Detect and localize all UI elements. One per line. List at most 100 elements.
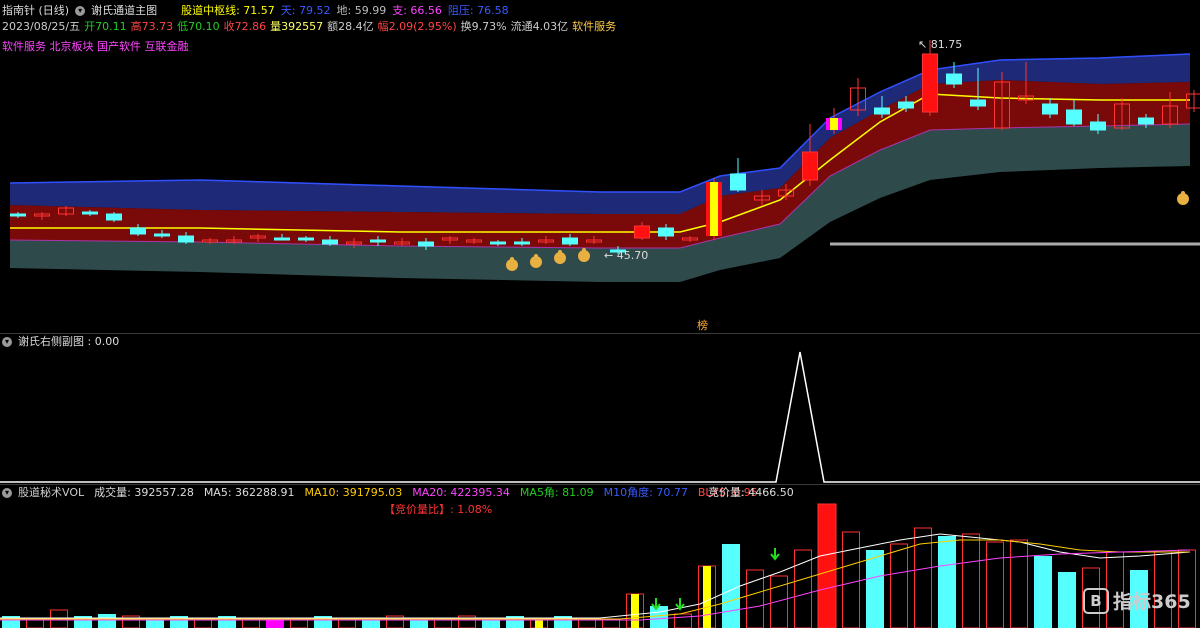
quote-field: 高73.73	[130, 20, 174, 33]
candle-body	[178, 235, 194, 243]
quote-field: 收72.86	[223, 20, 267, 33]
volume-indicator: 股道秘术VOL	[18, 486, 85, 499]
down-arrow-icon	[770, 548, 780, 561]
quote-field: 换9.73%	[460, 20, 507, 33]
volume-bar	[266, 620, 284, 628]
candle-body-highlight	[830, 118, 838, 130]
volume-bar	[817, 503, 837, 628]
symbol-title[interactable]: 指南针 (日线)	[2, 4, 69, 18]
candle-body	[514, 241, 530, 245]
candle-body	[1090, 121, 1106, 131]
candle-body	[130, 227, 146, 235]
volume-bar	[1034, 556, 1052, 628]
volume-bar	[938, 536, 956, 628]
volume-bar	[794, 549, 812, 628]
volume-bar	[650, 606, 668, 628]
candle-body	[298, 237, 314, 241]
volume-indicator: MA5: 362288.91	[203, 486, 295, 499]
volume-bar	[890, 543, 908, 628]
volume-ma20-line	[0, 549, 1191, 621]
indicator-value: 地: 59.99	[336, 4, 387, 17]
candle-body-highlight	[710, 182, 718, 236]
volume-bar	[674, 613, 692, 628]
sub-panel-title[interactable]: 谢氏右侧副图 : 0.00	[18, 335, 119, 349]
panel-divider	[0, 333, 1200, 334]
quote-field: 额28.4亿	[327, 20, 374, 33]
money-bag-icon	[510, 257, 514, 261]
concept-tags[interactable]: 软件服务 北京板块 国产软件 互联金融	[2, 40, 189, 54]
volume-bar-highlight	[703, 566, 711, 628]
candle-body	[970, 99, 986, 107]
candle-body	[1138, 117, 1154, 125]
panel-divider	[0, 484, 1200, 485]
candle-body	[658, 227, 674, 237]
volume-bar	[1010, 539, 1028, 628]
volume-panel-header: ▾ 股道秘术VOL 成交量: 392557.28 MA5: 362288.91 MA1…	[2, 486, 758, 500]
indicator-value: 支: 66.56	[392, 4, 442, 17]
volume-bar	[602, 619, 620, 628]
candle-body	[274, 237, 290, 241]
volume-bar	[722, 544, 740, 628]
volume-bar-highlight	[631, 594, 639, 628]
watermark: B 指标365	[1083, 587, 1191, 614]
candle-body	[370, 239, 386, 243]
candle-body	[634, 225, 650, 239]
high-price-marker: ↖ 81.75	[918, 38, 963, 51]
volume-indicator: MA10: 391795.03	[304, 486, 403, 499]
candle-body	[10, 213, 26, 217]
volume-bar	[1058, 572, 1076, 628]
quote-row: 2023/08/25/五 开70.11 高73.73 低70.10 收72.86 量392…	[2, 20, 616, 34]
candle-body	[154, 233, 170, 237]
candle-body	[418, 241, 434, 247]
collapse-icon[interactable]: ▾	[2, 337, 12, 347]
volume-bar	[866, 550, 884, 628]
watermark-logo-icon: B	[1083, 587, 1109, 614]
low-price-marker: ← 45.70	[604, 249, 649, 262]
candle-body	[1042, 103, 1058, 115]
bid-ratio: 【竞价量比】: 1.08%	[384, 503, 493, 516]
quote-field: 流通4.03亿	[510, 20, 569, 33]
candle-body	[946, 73, 962, 85]
quote-field: 2023/08/25/五	[2, 20, 81, 33]
volume-ma5-line	[0, 533, 1191, 619]
volume-bar	[986, 541, 1004, 628]
volume-indicator: 成交量: 392557.28	[94, 486, 194, 499]
chart-canvas[interactable]	[0, 0, 1200, 628]
candle-body	[898, 101, 914, 109]
volume-bar	[98, 614, 116, 628]
indicator-value: 天: 79.52	[280, 4, 331, 17]
candle-body	[490, 241, 506, 245]
indicator-value: 阻压: 76.58	[447, 4, 509, 17]
rank-tag[interactable]: 榜	[697, 319, 708, 333]
money-bag-icon	[534, 254, 538, 258]
collapse-icon[interactable]: ▾	[75, 6, 86, 16]
candle-body	[106, 213, 122, 221]
candle-body	[1066, 109, 1082, 125]
quote-field: 软件服务	[572, 20, 617, 33]
indicator-value: 股道中枢线: 71.57	[181, 4, 275, 17]
money-bag-icon	[1181, 191, 1185, 195]
candle-body	[922, 53, 938, 113]
volume-indicator-values: 股道秘术VOL 成交量: 392557.28 MA5: 362288.91 MA10:…	[18, 486, 758, 500]
candle-body	[802, 151, 818, 181]
quote-field: 开70.11	[84, 20, 127, 33]
money-bag-icon	[582, 248, 586, 252]
collapse-icon[interactable]: ▾	[2, 488, 12, 498]
volume-bar	[962, 533, 980, 628]
signal-line	[0, 351, 1200, 483]
volume-indicator: M10角度: 70.77	[603, 486, 688, 499]
candle-body	[562, 237, 578, 245]
volume-bar	[770, 575, 788, 628]
sub-panel-header: ▾ 谢氏右侧副图 : 0.00	[2, 335, 119, 349]
volume-indicator: MA20: 422395.34	[412, 486, 510, 499]
volume-indicator: MA5角: 81.09	[519, 486, 594, 499]
quote-field: 量392557	[270, 20, 324, 33]
money-bag-icon	[558, 250, 562, 254]
main-indicator-name[interactable]: 谢氏通道主图	[91, 4, 157, 18]
main-panel-header: 指南针 (日线) ▾ 谢氏通道主图 股道中枢线: 71.57 天: 79.52 地:…	[2, 4, 509, 18]
volume-ma10-line	[0, 539, 1190, 620]
quote-field: 低70.10	[177, 20, 220, 33]
quote-field: 幅2.09(2.95%)	[377, 20, 457, 33]
bid-volume: 竞价量: 4466.50	[708, 486, 794, 499]
candle-body	[82, 211, 98, 215]
